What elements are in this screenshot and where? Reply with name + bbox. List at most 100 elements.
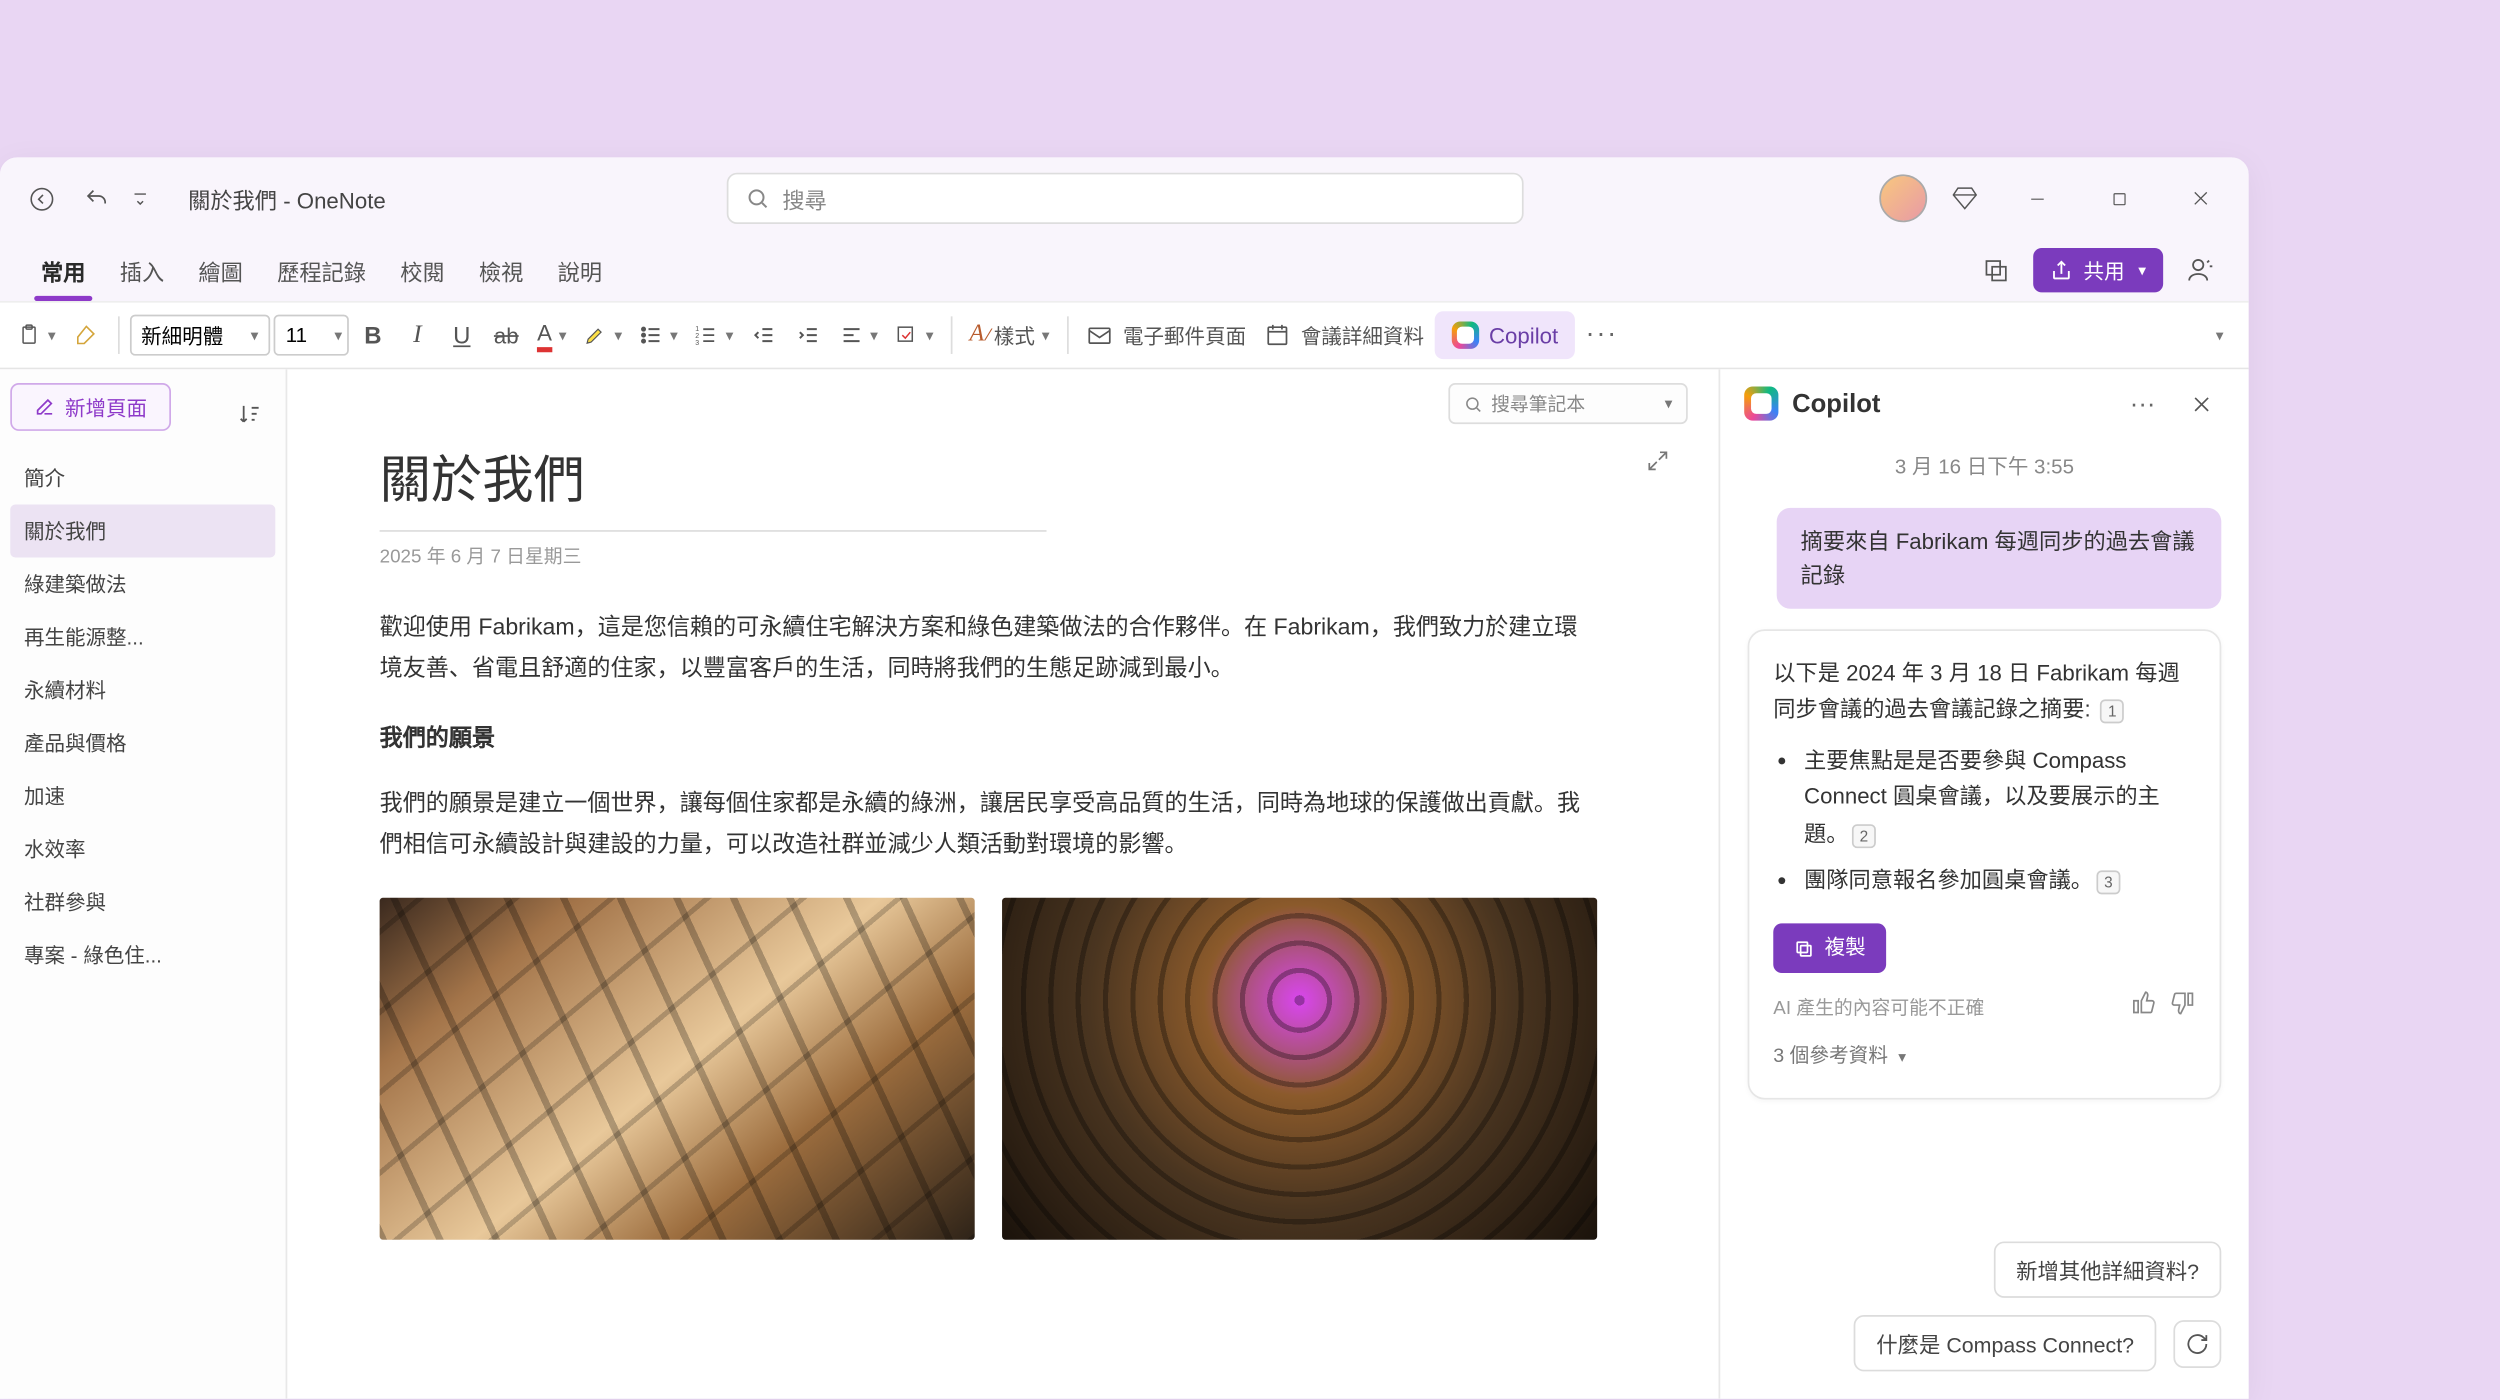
page-list-sidebar: 新增頁面 簡介 關於我們 綠建築做法 再生能源整... 永續材料 產品與價格 加… bbox=[0, 369, 287, 1398]
note-canvas[interactable]: 搜尋筆記本 ▾ 關於我們 2025 年 6 月 7 日星期三 歡迎使用 Fabr… bbox=[287, 369, 1718, 1398]
share-label: 共用 bbox=[2084, 256, 2125, 285]
outdent-button[interactable] bbox=[744, 311, 785, 359]
ribbon-tab-help[interactable]: 說明 bbox=[547, 244, 612, 297]
bullet-list-button[interactable]: ▾ bbox=[632, 311, 684, 359]
references-toggle[interactable]: 3 個參考資料 ▾ bbox=[1773, 1041, 2195, 1073]
more-tools-button[interactable]: ··· bbox=[1579, 311, 1625, 359]
svg-text:1: 1 bbox=[696, 326, 700, 333]
sort-pages-button[interactable] bbox=[231, 390, 269, 438]
copy-icon bbox=[1794, 938, 1815, 959]
chevron-down-icon: ▾ bbox=[2138, 261, 2146, 280]
global-search[interactable]: 搜尋 bbox=[726, 173, 1523, 224]
formatting-toolbar: ▾ 新細明體▾ 11▾ B I U ab A▾ ▾ ▾ 123▾ ▾ ▾ A⁄樣… bbox=[0, 301, 2249, 369]
ribbon-collapse-button[interactable]: ▾ bbox=[2197, 311, 2238, 359]
suggestion-pill[interactable]: 新增其他詳細資料? bbox=[1994, 1241, 2221, 1297]
share-icon bbox=[2051, 259, 2073, 281]
page-item[interactable]: 簡介 bbox=[10, 451, 275, 504]
refresh-suggestions-button[interactable] bbox=[2173, 1319, 2221, 1367]
thumbs-down-icon[interactable] bbox=[2170, 991, 2196, 1027]
bold-button[interactable]: B bbox=[352, 311, 393, 359]
align-button[interactable]: ▾ bbox=[833, 311, 885, 359]
underline-button[interactable]: U bbox=[441, 311, 482, 359]
maximize-button[interactable] bbox=[2084, 174, 2152, 222]
copilot-logo-icon bbox=[1744, 386, 1778, 420]
copilot-icon bbox=[1451, 321, 1478, 348]
font-color-button[interactable]: A▾ bbox=[530, 311, 573, 359]
title-underline bbox=[380, 530, 1047, 532]
customize-qat-icon[interactable] bbox=[127, 174, 154, 222]
copy-button[interactable]: 複製 bbox=[1773, 923, 1886, 974]
page-item[interactable]: 社群參與 bbox=[10, 876, 275, 929]
edit-icon bbox=[34, 397, 55, 418]
page-item[interactable]: 永續材料 bbox=[10, 663, 275, 716]
font-size-select[interactable]: 11▾ bbox=[274, 315, 349, 356]
share-button[interactable]: 共用 ▾ bbox=[2034, 248, 2163, 292]
note-title[interactable]: 關於我們 bbox=[380, 438, 1598, 530]
font-family-select[interactable]: 新細明體▾ bbox=[129, 315, 270, 356]
search-placeholder: 搜尋 bbox=[782, 182, 826, 214]
indent-button[interactable] bbox=[788, 311, 829, 359]
page-item[interactable]: 水效率 bbox=[10, 823, 275, 876]
copilot-close-button[interactable] bbox=[2177, 380, 2225, 428]
copilot-chat-icon[interactable] bbox=[2177, 246, 2225, 294]
page-item[interactable]: 加速 bbox=[10, 770, 275, 823]
ribbon-tab-home[interactable]: 常用 bbox=[31, 244, 96, 297]
highlight-button[interactable]: ▾ bbox=[577, 311, 629, 359]
copilot-title: Copilot bbox=[1792, 389, 1880, 418]
clipboard-tool[interactable]: ▾ bbox=[10, 311, 62, 359]
page-item[interactable]: 專案 - 綠色住... bbox=[10, 929, 275, 982]
suggestion-pill[interactable]: 什麼是 Compass Connect? bbox=[1854, 1315, 2156, 1371]
ribbon-tab-history[interactable]: 歷程記錄 bbox=[267, 244, 376, 297]
note-image-2[interactable] bbox=[1002, 898, 1597, 1240]
refresh-icon bbox=[2185, 1331, 2209, 1355]
notebook-search[interactable]: 搜尋筆記本 ▾ bbox=[1448, 383, 1687, 424]
numbered-list-button[interactable]: 123▾ bbox=[688, 311, 740, 359]
note-image-row bbox=[380, 898, 1598, 1240]
open-in-app-icon[interactable] bbox=[1972, 246, 2020, 294]
ribbon-tab-draw[interactable]: 繪圖 bbox=[188, 244, 253, 297]
format-painter-tool[interactable] bbox=[66, 311, 107, 359]
search-icon bbox=[1464, 394, 1483, 413]
main-area: 新增頁面 簡介 關於我們 綠建築做法 再生能源整... 永續材料 產品與價格 加… bbox=[0, 369, 2249, 1398]
copilot-suggestions: 新增其他詳細資料? 什麼是 Compass Connect? bbox=[1720, 1224, 2248, 1398]
tags-button[interactable]: ▾ bbox=[888, 311, 940, 359]
undo-icon[interactable] bbox=[72, 174, 120, 222]
minimize-button[interactable] bbox=[2002, 174, 2070, 222]
premium-icon[interactable] bbox=[1941, 174, 1989, 222]
ribbon-tab-review[interactable]: 校閱 bbox=[390, 244, 455, 297]
ai-bullet: 團隊同意報名參加圓桌會議。3 bbox=[1804, 862, 2196, 899]
chevron-down-icon: ▾ bbox=[1898, 1044, 1906, 1069]
note-heading[interactable]: 我們的願景 bbox=[380, 719, 1598, 759]
copilot-ribbon-button[interactable]: Copilot bbox=[1434, 311, 1575, 359]
close-button[interactable] bbox=[2167, 174, 2235, 222]
note-paragraph[interactable]: 歡迎使用 Fabrikam，這是您信賴的可永續住宅解決方案和綠色建築做法的合作夥… bbox=[380, 607, 1598, 688]
user-message-bubble: 摘要來自 Fabrikam 每週同步的過去會議記錄 bbox=[1777, 508, 2222, 609]
reference-badge[interactable]: 3 bbox=[2096, 871, 2120, 895]
page-item[interactable]: 再生能源整... bbox=[10, 610, 275, 663]
reference-badge[interactable]: 2 bbox=[1852, 824, 1876, 848]
chevron-down-icon: ▾ bbox=[1665, 394, 1673, 413]
email-page-button[interactable]: 電子郵件頁面 bbox=[1079, 311, 1253, 359]
ribbon-tab-insert[interactable]: 插入 bbox=[109, 244, 174, 297]
calendar-icon bbox=[1263, 321, 1290, 348]
strikethrough-button[interactable]: ab bbox=[486, 311, 527, 359]
ribbon-tab-view[interactable]: 檢視 bbox=[469, 244, 534, 297]
note-paragraph[interactable]: 我們的願景是建立一個世界，讓每個住家都是永續的綠洲，讓居民享受高品質的生活，同時… bbox=[380, 783, 1598, 864]
page-item[interactable]: 產品與價格 bbox=[10, 716, 275, 769]
italic-button[interactable]: I bbox=[397, 311, 438, 359]
note-image-1[interactable] bbox=[380, 898, 975, 1240]
user-avatar[interactable] bbox=[1879, 174, 1927, 222]
note-body[interactable]: 歡迎使用 Fabrikam，這是您信賴的可永續住宅解決方案和綠色建築做法的合作夥… bbox=[380, 607, 1598, 1240]
new-page-button[interactable]: 新增頁面 bbox=[10, 383, 171, 431]
page-item[interactable]: 關於我們 bbox=[10, 504, 275, 557]
thumbs-up-icon[interactable] bbox=[2131, 991, 2157, 1027]
reference-badge[interactable]: 1 bbox=[2100, 700, 2124, 724]
copilot-more-button[interactable]: ··· bbox=[2119, 380, 2167, 428]
fullscreen-icon[interactable] bbox=[1645, 448, 1671, 482]
page-item[interactable]: 綠建築做法 bbox=[10, 557, 275, 610]
styles-button[interactable]: A⁄樣式▾ bbox=[963, 311, 1057, 359]
back-icon[interactable] bbox=[17, 174, 65, 222]
copilot-header: Copilot ··· bbox=[1720, 369, 2248, 437]
meeting-details-button[interactable]: 會議詳細資料 bbox=[1256, 311, 1430, 359]
search-icon bbox=[745, 186, 769, 210]
